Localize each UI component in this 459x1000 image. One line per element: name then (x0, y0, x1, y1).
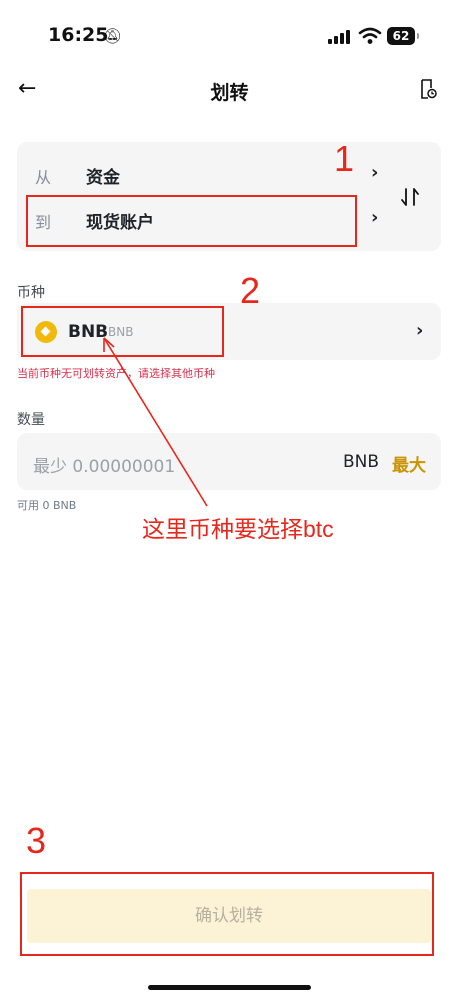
annotation-note: 这里币种要选择btc (142, 516, 334, 542)
amount-placeholder[interactable]: 最少 0.00000001 (33, 452, 175, 477)
annotation-number-2: 2 (240, 270, 261, 311)
currency-chevron-right-icon[interactable]: › (416, 320, 423, 341)
battery-icon: 62 (387, 27, 419, 45)
signal-icon (328, 30, 350, 44)
currency-warning: 当前币种无可划转资产，请选择其他币种 (17, 367, 215, 380)
max-amount-button[interactable]: 最大 (392, 451, 426, 476)
bell-muted-icon: 🔕︎ (103, 27, 123, 45)
status-time: 16:25 (48, 24, 109, 46)
to-chevron-right-icon[interactable]: › (371, 207, 378, 228)
from-account-selector[interactable]: 资金 (86, 163, 120, 188)
annotation-number-1: 1 (334, 138, 355, 179)
amount-unit: BNB (343, 452, 380, 472)
annotation-box-to-account (26, 195, 357, 247)
annotation-number-3: 3 (26, 820, 47, 861)
history-record-icon[interactable] (419, 79, 437, 99)
page-title: 划转 (210, 82, 249, 104)
home-indicator (148, 985, 311, 990)
from-chevron-right-icon[interactable]: › (371, 162, 378, 183)
from-label: 从 (35, 168, 52, 187)
available-balance: 可用 0 BNB (17, 499, 77, 512)
wifi-icon (358, 27, 382, 44)
annotation-box-confirm (20, 872, 434, 956)
swap-accounts-icon[interactable] (399, 186, 421, 208)
currency-section-label: 币种 (17, 285, 45, 301)
annotation-box-currency (21, 306, 224, 357)
amount-section-label: 数量 (17, 412, 45, 428)
